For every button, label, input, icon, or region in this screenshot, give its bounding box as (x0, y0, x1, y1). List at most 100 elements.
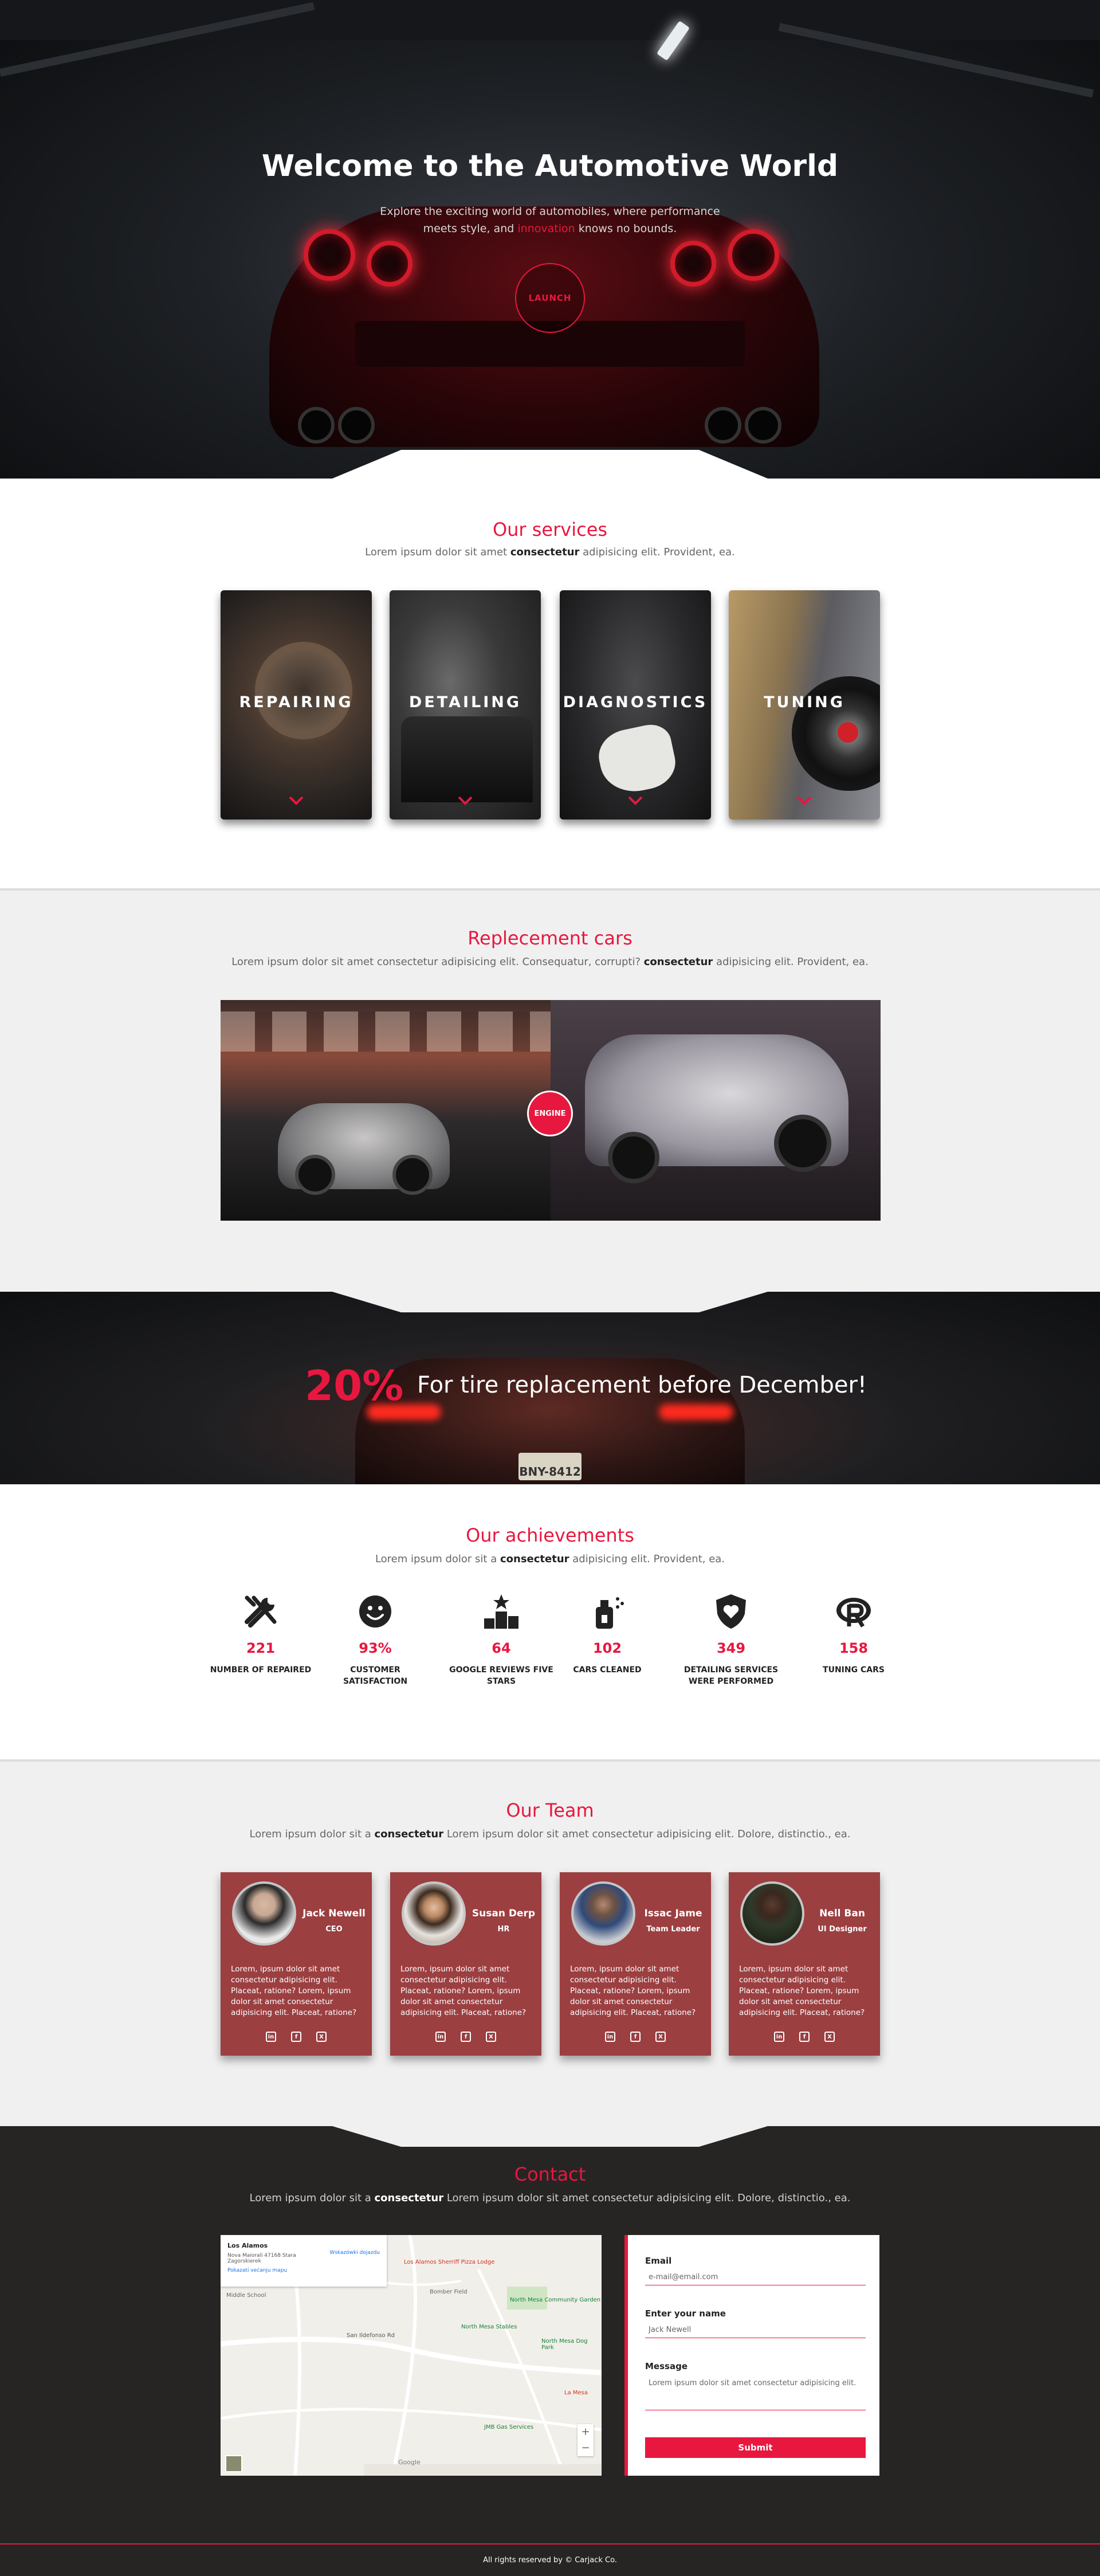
wheel (392, 1155, 433, 1195)
achievements-title: Our achievements (466, 1524, 634, 1546)
team-member-name: Issac Jame (644, 1908, 702, 1919)
subtitle-text: Lorem ipsum dolor sit amet consectetur a… (446, 2192, 851, 2204)
hero-subtitle: Explore the exciting world of automobile… (378, 203, 722, 237)
map-embed[interactable]: Los Alamos Nova Maiorali 47168 Stara Zag… (221, 2235, 602, 2476)
subtitle-text: adipisicing elit. Provident, ea. (572, 1553, 725, 1565)
map-larger-link[interactable]: Pokazati većanju mapu (227, 2268, 380, 2273)
subtitle-text: Lorem ipsum dolor sit a (249, 1828, 371, 1840)
x-icon[interactable]: X (655, 2032, 666, 2042)
map-directions-link[interactable]: Wskazówki dojazdu (329, 2250, 380, 2256)
map-place-card: Los Alamos Nova Maiorali 47168 Stara Zag… (221, 2235, 387, 2287)
wheel (774, 1115, 831, 1172)
team-member-bio: Lorem, ipsum dolor sit amet consectetur … (739, 1965, 865, 2017)
tools-icon (245, 1595, 277, 1628)
service-card-tuning[interactable]: TUNING (729, 590, 880, 820)
linkedin-icon[interactable]: in (266, 2032, 276, 2042)
achievement-label: NUMBER OF REPAIRED (210, 1665, 312, 1675)
team-member-role: HR (497, 1925, 510, 1934)
subtitle-bold: consectetur (510, 546, 580, 558)
achievement-value: 158 (839, 1640, 869, 1656)
contact-subtitle: Lorem ipsum dolor sit a consectetur Lore… (0, 2192, 1100, 2204)
x-icon[interactable]: X (316, 2032, 327, 2042)
shield-heart-icon (716, 1594, 746, 1629)
achievement-label: CUSTOMER SATISFACTION (343, 1665, 408, 1686)
services-title: Our services (492, 519, 608, 540)
team-member-name: Susan Derp (472, 1908, 536, 1919)
map-label: Middle School (226, 2292, 266, 2299)
tail-light-glow (659, 1404, 733, 1420)
service-card-detailing[interactable]: DETAILING (390, 590, 541, 820)
tail-light (304, 229, 355, 281)
exhaust (298, 407, 335, 444)
tail-light (367, 241, 412, 287)
achievement-label: TUNING CARS (823, 1665, 885, 1675)
achievement-label: CARS CLEANED (573, 1665, 642, 1675)
garage-lights (221, 1011, 551, 1052)
podium-star-icon (484, 1594, 518, 1629)
achievement-value: 102 (592, 1640, 622, 1656)
subtitle-text: Lorem ipsum dolor sit a (249, 2192, 371, 2204)
zoom-in-button[interactable]: + (578, 2424, 594, 2440)
satellite-toggle[interactable] (225, 2455, 242, 2472)
map-place-address: Nova Maiorali 47168 Stara Zagorskierek (227, 2253, 296, 2264)
replacement-title: Replecement cars (467, 927, 632, 949)
facebook-icon[interactable]: f (291, 2032, 301, 2042)
facebook-icon[interactable]: f (799, 2032, 810, 2042)
chevron-down-icon (628, 796, 643, 805)
service-label: DETAILING (408, 693, 522, 711)
exhaust (745, 407, 781, 444)
hero-divider (0, 450, 1100, 484)
x-icon[interactable]: X (486, 2032, 496, 2042)
car-hood-image (401, 716, 533, 802)
social-links: in f X (390, 2032, 541, 2042)
achievement-value: 64 (492, 1640, 511, 1656)
team-member-bio: Lorem, ipsum dolor sit amet consectetur … (400, 1965, 527, 2017)
footer-divider (0, 2543, 1100, 2544)
service-card-diagnostics[interactable]: DIAGNOSTICS (560, 590, 711, 820)
x-icon[interactable]: X (824, 2032, 835, 2042)
hero-title: Welcome to the Automotive World (261, 149, 839, 183)
social-links: in f X (729, 2032, 880, 2042)
subtitle-bold: consectetur (643, 956, 713, 968)
linkedin-icon[interactable]: in (774, 2032, 784, 2042)
team-title: Our Team (506, 1799, 594, 1821)
hero-subtitle-text: knows no bounds. (578, 222, 677, 235)
team-member-name: Jack Newell (302, 1908, 366, 1919)
zoom-out-button[interactable]: − (578, 2440, 594, 2456)
subtitle-text: Lorem ipsum dolor sit amet consectetur a… (446, 1828, 851, 1840)
service-card-repairing[interactable]: REPAIRING (221, 590, 372, 820)
promo-percent: 20% (305, 1362, 404, 1410)
engine-button[interactable]: ENGINE (527, 1091, 573, 1136)
facebook-icon[interactable]: f (461, 2032, 471, 2042)
smiley-icon (359, 1595, 391, 1628)
facebook-icon[interactable]: f (630, 2032, 641, 2042)
email-label: Email (645, 2256, 672, 2266)
achievement-label: GOOGLE REVIEWS FIVE STARS (449, 1665, 553, 1686)
tail-light (670, 241, 716, 287)
promo-text: For tire replacement before December! (417, 1372, 867, 1398)
team-member-role: CEO (325, 1925, 343, 1934)
team-member-bio: Lorem, ipsum dolor sit amet consectetur … (570, 1965, 696, 2017)
submit-button[interactable]: Submit (645, 2437, 866, 2458)
subtitle-text: Lorem ipsum dolor sit amet (365, 546, 508, 558)
team-card: Susan Derp HR Lorem, ipsum dolor sit ame… (390, 1872, 541, 2056)
wheel (295, 1155, 335, 1195)
achievement-item: 102 CARS CLEANED (550, 1593, 665, 1676)
name-field[interactable] (645, 2322, 866, 2338)
map-label: La Mesa (564, 2390, 588, 2396)
subtitle-bold: consectetur (374, 2192, 444, 2204)
spray-bottle-icon (596, 1597, 624, 1629)
service-label: REPAIRING (239, 693, 353, 711)
linkedin-icon[interactable]: in (435, 2032, 446, 2042)
avatar (402, 1881, 466, 1946)
hero-subtitle-highlight: innovation (517, 222, 575, 235)
launch-button[interactable]: LAUNCH (515, 263, 585, 333)
email-field[interactable] (645, 2269, 866, 2285)
team-card: Jack Newell CEO Lorem, ipsum dolor sit a… (221, 1872, 372, 2056)
services-subtitle: Lorem ipsum dolor sit amet consectetur a… (0, 546, 1100, 558)
linkedin-icon[interactable]: in (605, 2032, 615, 2042)
message-field[interactable]: Lorem ipsum dolor sit amet consectetur a… (645, 2375, 866, 2410)
replacement-car-image-mini (221, 1000, 551, 1221)
service-label: TUNING (764, 693, 845, 711)
subtitle-text: Lorem ipsum dolor sit a (375, 1553, 497, 1565)
